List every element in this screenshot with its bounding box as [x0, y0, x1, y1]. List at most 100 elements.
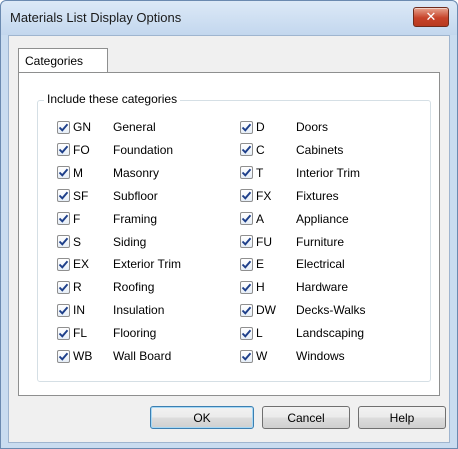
category-code: IN — [73, 303, 85, 318]
category-row-h[interactable]: H Hardware — [240, 278, 348, 296]
ok-button[interactable]: OK — [150, 406, 254, 429]
close-icon: ✕ — [425, 9, 437, 24]
category-name: Doors — [296, 120, 329, 134]
tab-categories[interactable]: Categories — [18, 48, 108, 73]
category-row-in[interactable]: IN Insulation — [57, 301, 164, 319]
category-row-e[interactable]: E Electrical — [240, 255, 345, 273]
category-name: Landscaping — [296, 326, 365, 341]
category-name: General — [113, 120, 156, 134]
checkmark-icon — [241, 168, 252, 177]
checkmark-icon — [241, 352, 252, 361]
checkmark-icon — [241, 306, 252, 315]
categories-group-label: Include these categories — [44, 92, 181, 106]
checkmark-icon — [58, 329, 69, 338]
cancel-button[interactable]: Cancel — [262, 406, 350, 429]
category-code: H — [256, 280, 265, 295]
title-bar[interactable]: Materials List Display Options ✕ — [1, 1, 457, 35]
category-name: Electrical — [296, 257, 345, 272]
checkmark-icon — [241, 145, 252, 155]
checkmark-icon — [58, 352, 69, 361]
category-checkbox-e[interactable] — [240, 257, 253, 271]
checkmark-icon — [241, 283, 252, 292]
category-checkbox-l[interactable] — [240, 326, 253, 340]
category-checkbox-fx[interactable] — [240, 189, 253, 203]
category-code: S — [73, 234, 82, 249]
category-code: R — [73, 280, 82, 295]
category-row-m[interactable]: M Masonry — [57, 164, 159, 182]
category-code: GN — [73, 120, 91, 134]
category-checkbox-fo[interactable] — [57, 143, 70, 157]
checkmark-icon — [58, 168, 69, 177]
category-row-wb[interactable]: WB Wall Board — [57, 347, 171, 365]
category-checkbox-h[interactable] — [240, 280, 253, 294]
category-checkbox-r[interactable] — [57, 280, 70, 294]
category-checkbox-a[interactable] — [240, 212, 253, 226]
category-name: Foundation — [113, 142, 174, 157]
category-code: L — [256, 326, 263, 341]
category-row-fx[interactable]: FX Fixtures — [240, 187, 339, 205]
category-name: Siding — [113, 234, 147, 249]
category-row-s[interactable]: S Siding — [57, 233, 146, 251]
close-button[interactable]: ✕ — [413, 7, 449, 27]
checkmark-icon — [58, 214, 69, 223]
category-code: WB — [73, 349, 93, 363]
category-checkbox-fl[interactable] — [57, 326, 70, 340]
category-row-w[interactable]: W Windows — [240, 347, 345, 365]
category-checkbox-t[interactable] — [240, 166, 253, 180]
category-checkbox-ex[interactable] — [57, 257, 70, 271]
help-button[interactable]: Help — [358, 406, 446, 429]
category-row-fu[interactable]: FU Furniture — [240, 233, 344, 251]
category-code: A — [256, 211, 265, 226]
category-checkbox-in[interactable] — [57, 303, 70, 317]
checkmark-icon — [241, 123, 252, 132]
checkmark-icon — [58, 260, 69, 269]
category-row-ex[interactable]: EX Exterior Trim — [57, 255, 181, 273]
checkmark-icon — [58, 306, 69, 315]
category-checkbox-fu[interactable] — [240, 235, 253, 248]
category-code: SF — [73, 188, 89, 203]
category-checkbox-gn[interactable] — [57, 120, 70, 134]
category-name: Insulation — [113, 303, 165, 318]
category-row-r[interactable]: R Roofing — [57, 278, 154, 296]
checkmark-icon — [241, 214, 252, 223]
category-code: M — [73, 165, 83, 180]
category-code: FL — [73, 326, 88, 341]
category-row-d[interactable]: D Doors — [240, 118, 328, 136]
category-checkbox-dw[interactable] — [240, 303, 253, 317]
checkmark-icon — [58, 145, 69, 155]
category-name: Windows — [296, 349, 345, 363]
category-row-c[interactable]: C Cabinets — [240, 141, 343, 159]
category-name: Roofing — [113, 280, 155, 295]
category-checkbox-f[interactable] — [57, 212, 70, 226]
checkmark-icon — [241, 237, 252, 246]
window-title: Materials List Display Options — [10, 10, 182, 25]
category-code: D — [256, 120, 265, 134]
category-row-gn[interactable]: GN General — [57, 118, 156, 136]
category-row-fl[interactable]: FL Flooring — [57, 324, 156, 342]
checkmark-icon — [241, 260, 252, 269]
category-code: C — [256, 142, 265, 157]
category-name: Flooring — [113, 326, 157, 341]
category-row-a[interactable]: A Appliance — [240, 210, 349, 228]
category-row-t[interactable]: T Interior Trim — [240, 164, 360, 182]
category-row-l[interactable]: L Landscaping — [240, 324, 364, 342]
category-checkbox-wb[interactable] — [57, 349, 70, 363]
checkmark-icon — [58, 237, 69, 246]
category-checkbox-w[interactable] — [240, 349, 253, 363]
category-row-f[interactable]: F Framing — [57, 210, 157, 228]
category-row-fo[interactable]: FO Foundation — [57, 141, 173, 159]
category-checkbox-m[interactable] — [57, 166, 70, 180]
category-code: EX — [73, 257, 90, 272]
category-name: Wall Board — [113, 349, 172, 363]
category-checkbox-c[interactable] — [240, 143, 253, 157]
category-code: T — [256, 165, 264, 180]
category-checkbox-sf[interactable] — [57, 189, 70, 203]
category-code: FX — [256, 188, 272, 203]
checkmark-icon — [58, 123, 69, 132]
category-checkbox-s[interactable] — [57, 235, 70, 248]
category-row-sf[interactable]: SF Subfloor — [57, 187, 158, 205]
category-name: Framing — [113, 211, 158, 226]
category-name: Interior Trim — [296, 165, 361, 180]
category-row-dw[interactable]: DW Decks-Walks — [240, 301, 366, 319]
category-checkbox-d[interactable] — [240, 120, 253, 134]
